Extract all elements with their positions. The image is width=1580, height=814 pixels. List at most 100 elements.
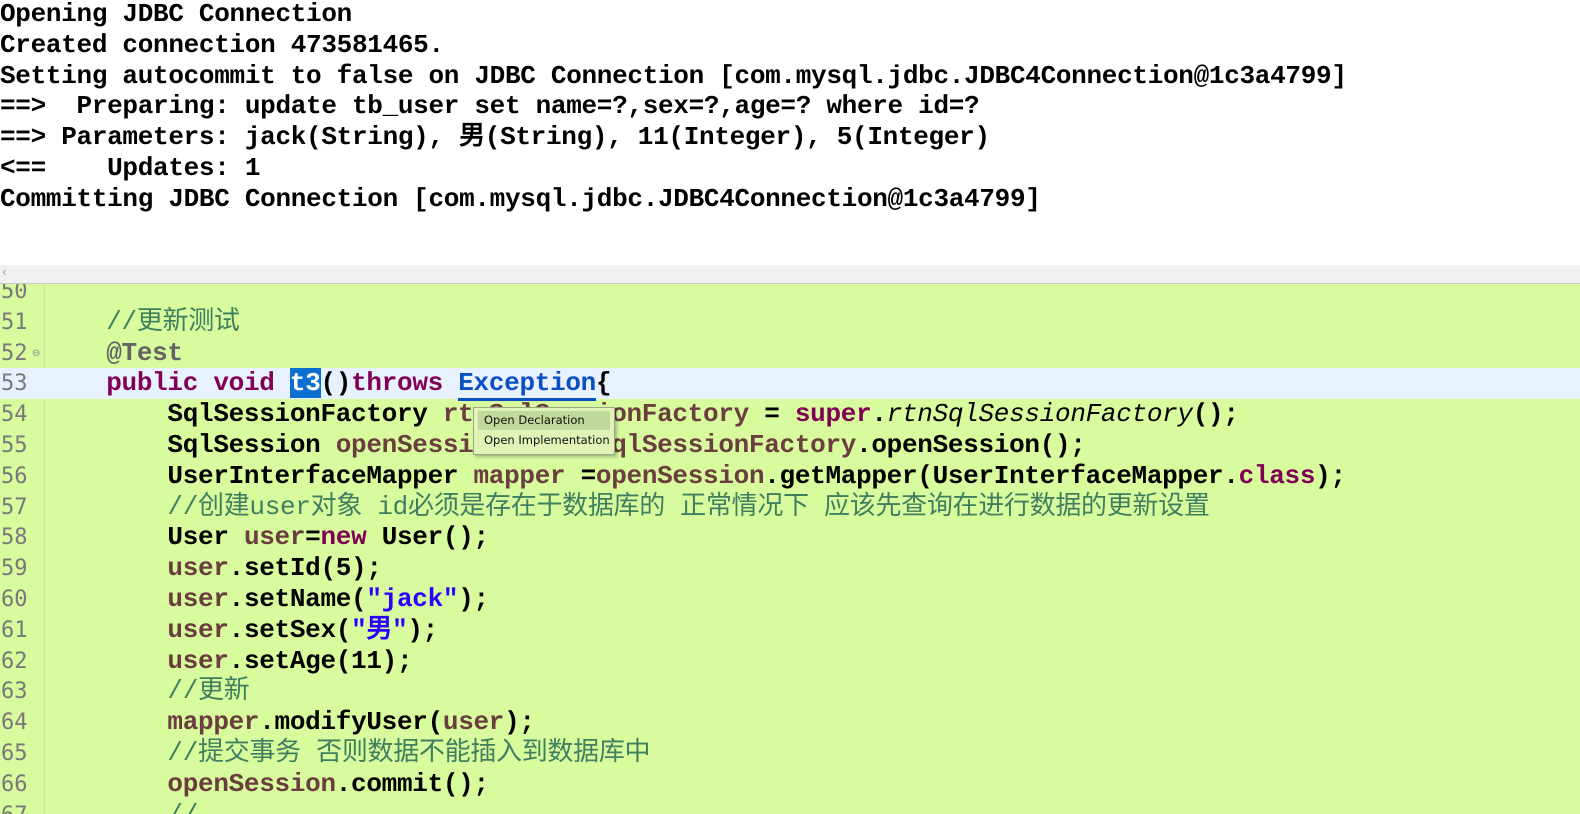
code-content: //创建user对象 id必须是存在于数据库的 正常情况下 应该先查询在进行数据… <box>45 492 1209 523</box>
selected-identifier: t3 <box>289 368 321 399</box>
code-line[interactable]: 50 <box>0 284 1580 307</box>
line-number: 66 <box>1 771 28 797</box>
code-line[interactable]: 57 //创建user对象 id必须是存在于数据库的 正常情况下 应该先查询在进… <box>0 492 1580 523</box>
code-content: @Test <box>45 338 183 369</box>
variable: mapper <box>167 707 260 738</box>
code-content: user.setSex("男"); <box>45 615 438 646</box>
code-line[interactable]: 55 SqlSession openSession = rtnSqlSessio… <box>0 430 1580 461</box>
code-content: openSession.commit(); <box>45 769 489 800</box>
horizontal-scrollbar[interactable]: ‹ <box>0 265 1580 284</box>
variable: user <box>167 614 229 645</box>
code-line[interactable]: 56 UserInterfaceMapper mapper =openSessi… <box>0 461 1580 492</box>
code-line[interactable]: 61 user.setSex("男"); <box>0 615 1580 646</box>
comment: //更新测试 <box>106 306 240 337</box>
line-number: 56 <box>1 463 28 489</box>
code-text: ); <box>458 584 489 614</box>
code-text: .modifyUser( <box>259 707 443 738</box>
code-line[interactable]: 67 // <box>0 800 1580 814</box>
console-line: ==> Preparing: update tb_user set name=?… <box>0 91 980 122</box>
code-text: = <box>565 460 597 491</box>
keyword: super <box>794 399 872 430</box>
variable: user <box>167 584 229 614</box>
scroll-left-icon[interactable]: ‹ <box>2 265 7 279</box>
code-text: ); <box>407 614 438 645</box>
code-line[interactable]: 54 SqlSessionFactory rtnSqlSessionFactor… <box>0 399 1580 430</box>
console-line: Setting autocommit to false on JDBC Conn… <box>0 60 1347 91</box>
code-text: { <box>595 368 612 399</box>
code-line[interactable]: 62 user.setAge(11); <box>0 646 1580 677</box>
variable: user <box>442 707 505 738</box>
console-line: Opening JDBC Connection <box>0 0 352 29</box>
exception-hyperlink[interactable]: Exception <box>458 368 596 402</box>
code-line[interactable]: 65 //提交事务 否则数据不能插入到数据库中 <box>0 738 1580 769</box>
code-content: user.setName("jack"); <box>45 584 489 615</box>
code-line[interactable]: 59 user.setId(5); <box>0 553 1580 584</box>
comment: //提交事务 否则数据不能插入到数据库中 <box>167 738 651 768</box>
code-text: .setName( <box>228 584 367 614</box>
line-number: 64 <box>1 710 28 736</box>
keyword: throws <box>351 368 443 399</box>
code-text: = <box>748 399 795 430</box>
code-line[interactable]: 63 //更新 <box>0 676 1580 707</box>
line-number: 62 <box>1 648 28 674</box>
variable: openSession <box>595 460 765 491</box>
code-text: .setSex( <box>228 614 352 645</box>
code-line[interactable]: 60 user.setName("jack"); <box>0 584 1580 615</box>
menu-item-open-implementation[interactable]: Open Implementation <box>478 431 610 450</box>
menu-item-open-declaration[interactable]: Open Declaration <box>478 411 610 430</box>
code-line[interactable]: 52 ⊖ @Test <box>0 338 1580 369</box>
code-text: = <box>305 522 321 553</box>
line-number: 63 <box>1 679 28 705</box>
code-line[interactable]: 66 openSession.commit(); <box>0 769 1580 800</box>
code-line[interactable]: 51 //更新测试 <box>0 307 1580 338</box>
code-line[interactable]: 58 User user=new User(); <box>0 522 1580 553</box>
line-number: 50 <box>1 284 28 304</box>
console-line: ==> Parameters: jack(String), 男(String),… <box>0 122 990 153</box>
line-number: 58 <box>1 525 28 551</box>
annotation: @Test <box>106 337 183 368</box>
string-literal: "jack" <box>366 584 459 614</box>
fold-toggle-icon[interactable]: ⊖ <box>32 338 40 369</box>
code-text: ); <box>1315 460 1346 491</box>
line-number: 60 <box>1 587 28 612</box>
code-text: () <box>320 368 352 399</box>
code-content: //更新 <box>45 676 249 707</box>
variable: mapper <box>473 460 566 491</box>
line-number: 65 <box>1 741 28 766</box>
line-number: 51 <box>1 309 28 335</box>
code-text: .getMapper(UserInterfaceMapper. <box>764 460 1239 491</box>
code-content: user.setAge(11); <box>45 646 412 677</box>
code-content: //提交事务 否则数据不能插入到数据库中 <box>45 738 650 769</box>
code-text: . <box>871 399 887 430</box>
keyword: public <box>106 368 199 399</box>
code-line[interactable]: 53 public void t3()throws Exception{ <box>0 368 1580 402</box>
line-number: 55 <box>1 433 28 458</box>
variable: openSession <box>167 768 336 799</box>
code-text: ); <box>504 707 535 738</box>
code-content: user.setId(5); <box>45 553 382 584</box>
code-text: SqlSessionFactory <box>45 399 443 430</box>
keyword: new <box>320 522 367 553</box>
code-line[interactable]: 64 mapper.modifyUser(user); <box>0 707 1580 738</box>
code-text: .setAge(11); <box>228 645 413 676</box>
code-editor[interactable]: 50 51 //更新测试 52 ⊖ @Test 53 public void t3()t… <box>0 284 1580 814</box>
console-line: <== Updates: 1 <box>0 153 261 183</box>
line-number: 61 <box>1 617 28 643</box>
code-text: .commit(); <box>335 768 489 799</box>
code-text: .openSession(); <box>856 430 1086 460</box>
code-text: User <box>45 522 244 553</box>
